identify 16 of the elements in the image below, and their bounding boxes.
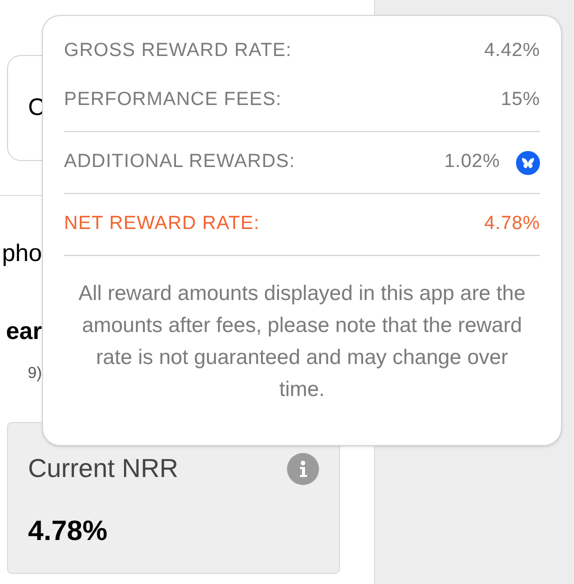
rate-label: NET REWARD RATE:: [64, 212, 260, 236]
disclaimer-text: All reward amounts displayed in this app are the amounts after fees, please note that the reward rate is not guaranteed and may change over time.: [77, 281, 527, 403]
rate-value: 15%: [500, 88, 540, 112]
card-value: 4.78%: [28, 514, 108, 548]
card-title: Current NRR: [28, 452, 178, 485]
info-icon[interactable]: [287, 452, 319, 484]
body-text: pho: [2, 242, 42, 266]
rate-value: 4.78%: [484, 212, 540, 236]
rate-value: 1.02%: [444, 150, 500, 174]
rate-label: PERFORMANCE FEES:: [64, 88, 282, 112]
butterfly-icon: [516, 150, 540, 174]
section-heading: ear: [6, 320, 42, 344]
rate-label: GROSS REWARD RATE:: [64, 39, 292, 64]
rate-label: ADDITIONAL REWARDS:: [64, 150, 296, 174]
rate-value: 4.42%: [484, 39, 540, 64]
caption-text: 9): [28, 366, 42, 382]
